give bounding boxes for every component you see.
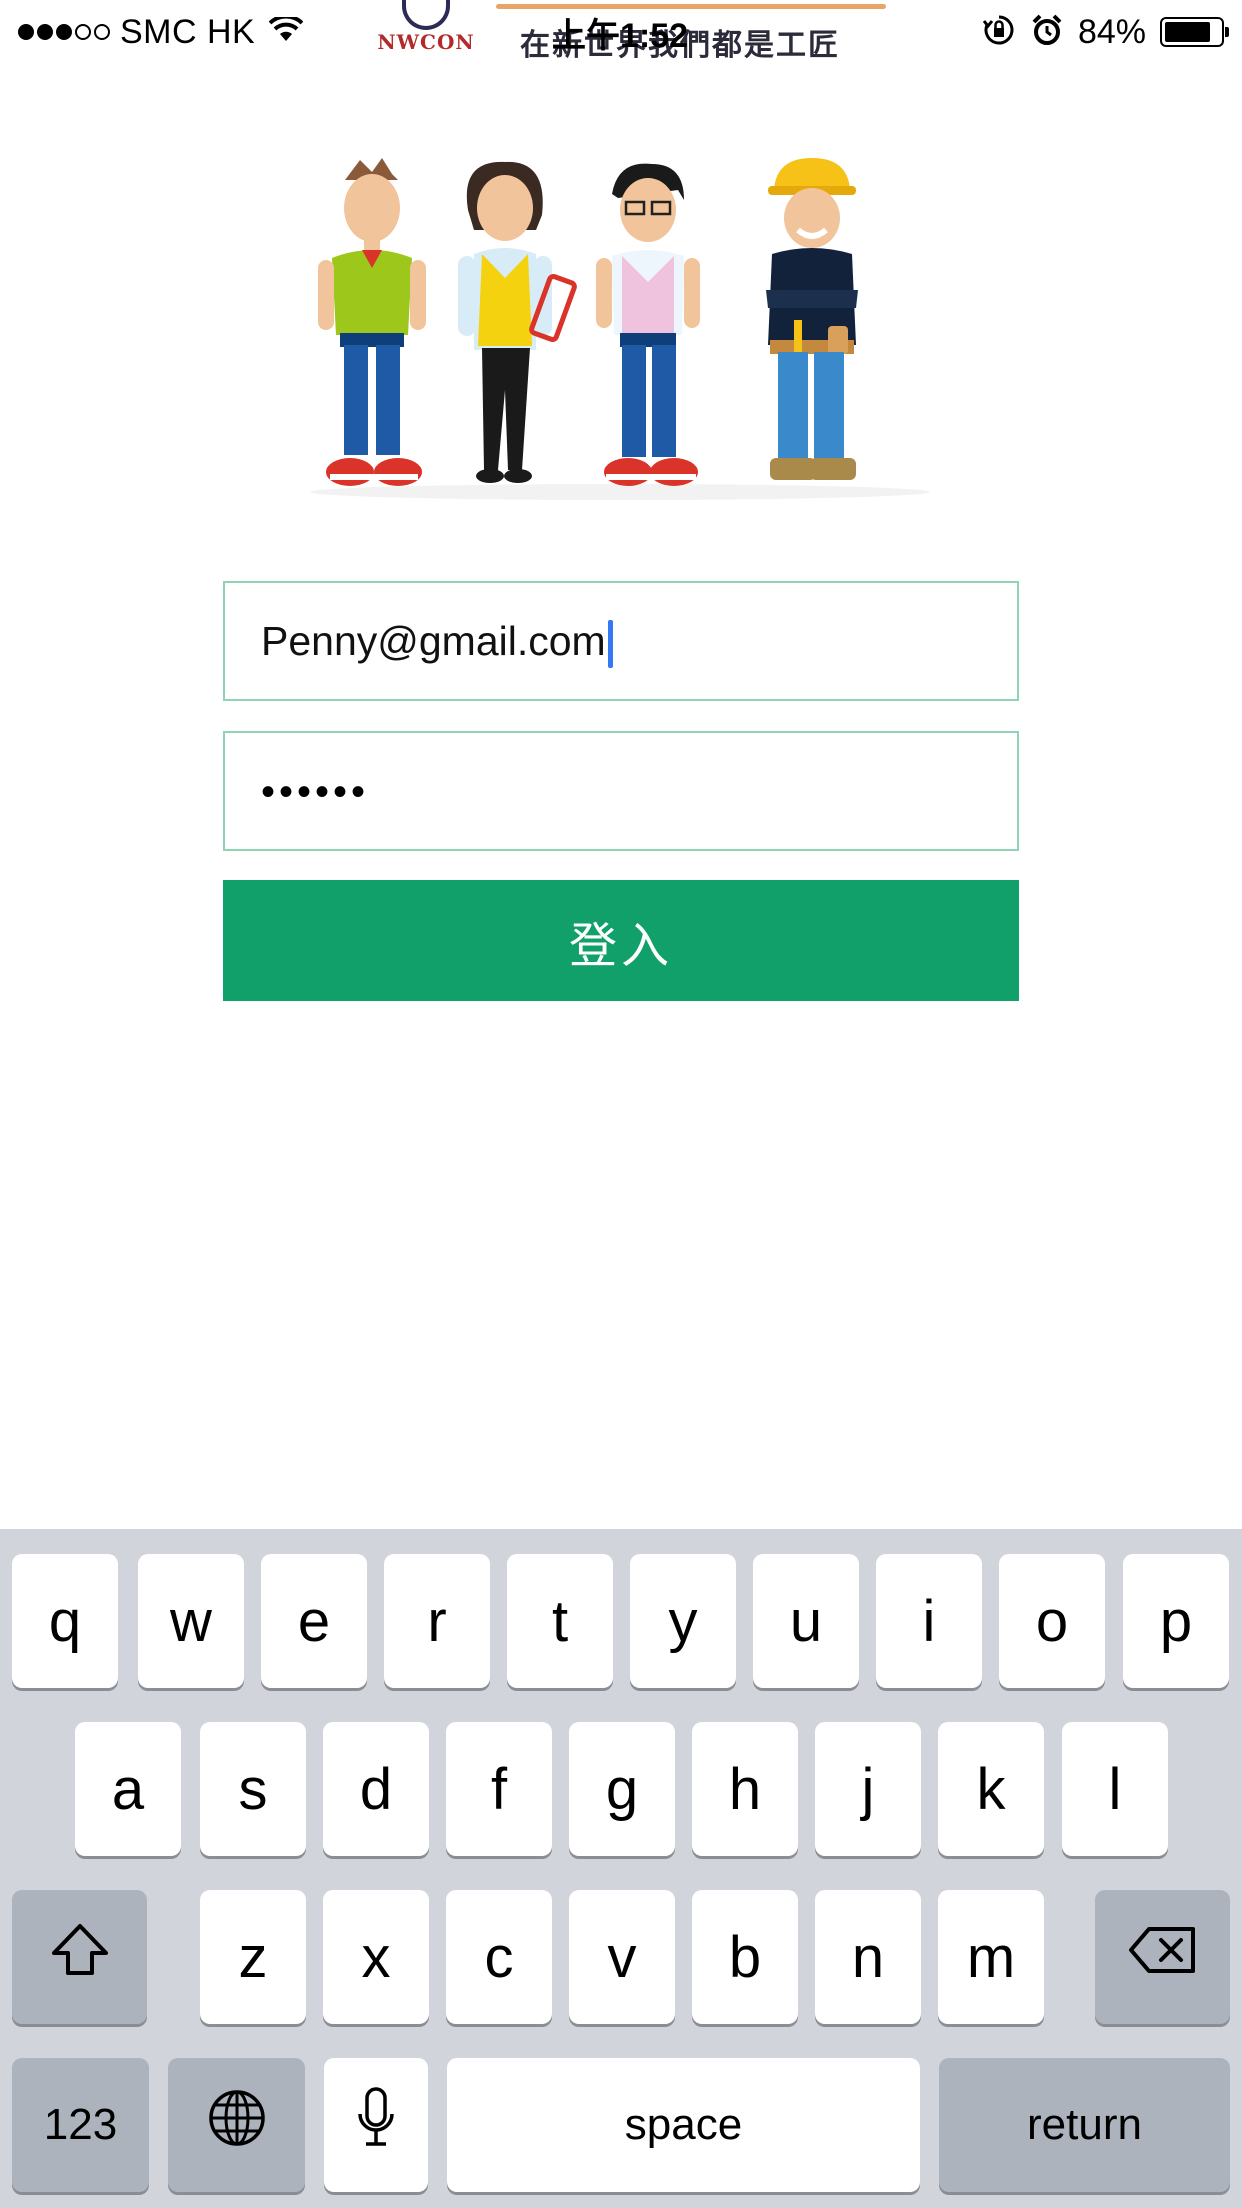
carrier-name: SMC HK [120,12,256,51]
return-key[interactable]: return [939,2058,1230,2192]
text-cursor [607,620,613,669]
shift-icon [48,1921,112,1993]
keyboard: q w e r t y u i o p a s d f g h j k l z … [0,1529,1242,2208]
wifi-icon [268,14,304,48]
key-z[interactable]: z [200,1890,306,2024]
globe-icon [207,2088,267,2162]
login-button[interactable]: 登入 [223,880,1019,1001]
microphone-key[interactable] [324,2058,428,2192]
numbers-key[interactable]: 123 [12,2058,149,2192]
nwcon-logo: NWCON [372,0,480,54]
battery-percent: 84% [1077,12,1146,51]
key-h[interactable]: h [692,1722,798,1856]
four-workers-illustration [300,150,940,500]
signal-strength-icon [18,24,110,40]
key-i[interactable]: i [876,1554,982,1688]
status-left: SMC HK [18,10,304,54]
key-x[interactable]: x [323,1890,429,2024]
worker-green-shirt [318,158,426,486]
key-n[interactable]: n [815,1890,921,2024]
key-g[interactable]: g [569,1722,675,1856]
key-m[interactable]: m [938,1890,1044,2024]
logo-text: NWCON [377,30,475,54]
key-e[interactable]: e [261,1554,367,1688]
key-u[interactable]: u [753,1554,859,1688]
space-key[interactable]: space [447,2058,920,2192]
microphone-icon [356,2086,396,2164]
key-y[interactable]: y [630,1554,736,1688]
battery-icon [1160,17,1229,47]
shift-key[interactable] [12,1890,147,2024]
key-c[interactable]: c [446,1890,552,2024]
email-value-wrap: Penny@gmail.com [261,583,613,699]
backspace-key[interactable] [1095,1890,1230,2024]
key-w[interactable]: w [138,1554,244,1688]
key-f[interactable]: f [446,1722,552,1856]
key-s[interactable]: s [200,1722,306,1856]
email-field[interactable]: Penny@gmail.com [223,581,1019,701]
key-p[interactable]: p [1123,1554,1229,1688]
key-b[interactable]: b [692,1890,798,2024]
key-l[interactable]: l [1062,1722,1168,1856]
logo-mark-icon [402,0,450,30]
key-j[interactable]: j [815,1722,921,1856]
alarm-icon [1030,13,1064,52]
key-k[interactable]: k [938,1722,1044,1856]
key-a[interactable]: a [75,1722,181,1856]
key-r[interactable]: r [384,1554,490,1688]
worker-pink-vest [596,163,700,486]
rotation-lock-icon [982,13,1016,52]
worker-yellow-vest [458,161,577,483]
key-d[interactable]: d [323,1722,429,1856]
email-value: Penny@gmail.com [261,618,606,664]
key-v[interactable]: v [569,1890,675,2024]
password-value-wrap: •••••• [261,733,369,849]
key-o[interactable]: o [999,1554,1105,1688]
status-time: 上午1:52 [552,17,689,55]
password-value: •••••• [261,770,370,814]
key-q[interactable]: q [12,1554,118,1688]
worker-hard-hat [766,158,858,480]
globe-key[interactable] [168,2058,305,2192]
password-field[interactable]: •••••• [223,731,1019,851]
key-t[interactable]: t [507,1554,613,1688]
status-right: 84% [982,10,1229,54]
backspace-icon [1127,1923,1199,1991]
